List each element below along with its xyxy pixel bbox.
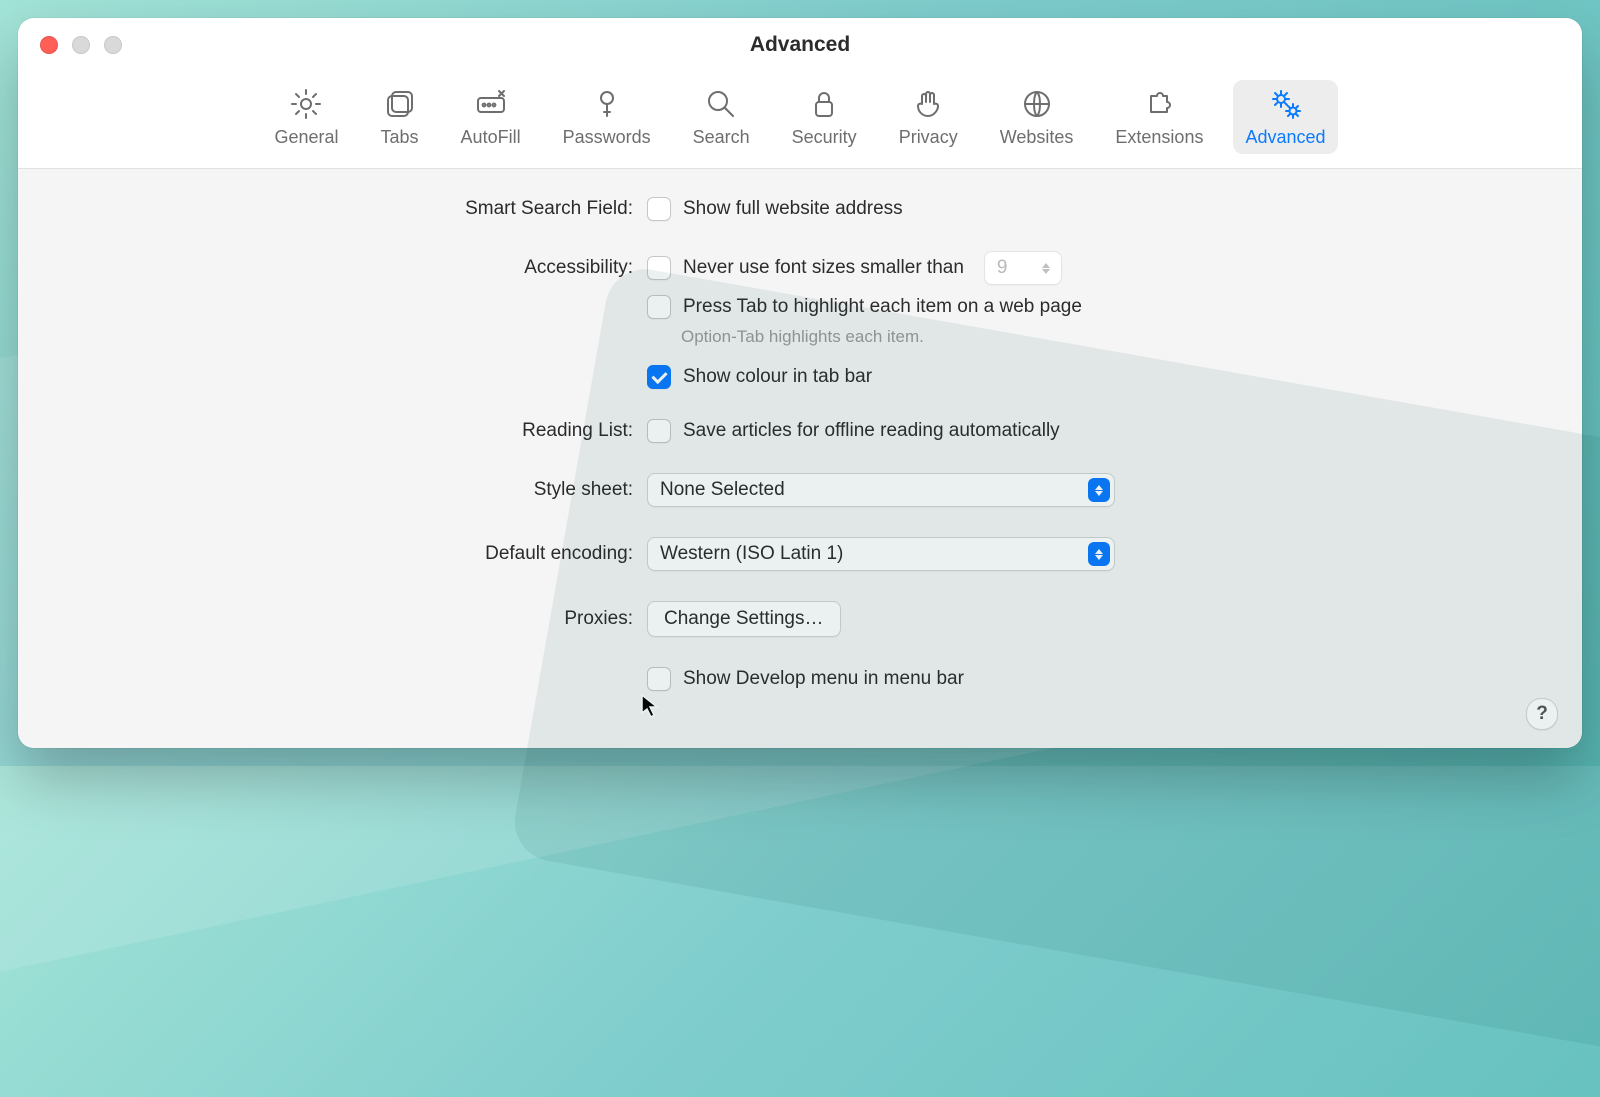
tab-label: Search	[693, 128, 750, 146]
tab-tabs[interactable]: Tabs	[369, 80, 431, 154]
zoom-window-button[interactable]	[104, 36, 122, 54]
search-icon	[703, 86, 739, 122]
titlebar: Advanced	[18, 18, 1582, 72]
traffic-lights	[40, 36, 122, 54]
smart-search-label: Smart Search Field:	[18, 198, 647, 220]
proxies-label: Proxies:	[18, 608, 647, 630]
tab-search[interactable]: Search	[681, 80, 762, 154]
font-size-value: 9	[997, 257, 1008, 279]
tab-label: AutoFill	[461, 128, 521, 146]
tab-label: Tabs	[381, 128, 419, 146]
tab-label: Extensions	[1115, 128, 1203, 146]
save-offline-checkbox[interactable]	[647, 419, 671, 443]
style-sheet-value: None Selected	[660, 479, 785, 501]
default-encoding-value: Western (ISO Latin 1)	[660, 543, 843, 565]
tab-label: Advanced	[1245, 128, 1325, 146]
tab-passwords[interactable]: Passwords	[551, 80, 663, 154]
save-offline-label: Save articles for offline reading automa…	[683, 420, 1060, 442]
tab-label: Websites	[1000, 128, 1074, 146]
show-colour-tabbar-checkbox[interactable]	[647, 365, 671, 389]
tab-label: Privacy	[899, 128, 958, 146]
autofill-icon	[473, 86, 509, 122]
change-settings-button[interactable]: Change Settings…	[647, 601, 841, 637]
select-arrows-icon	[1088, 478, 1110, 502]
default-encoding-select[interactable]: Western (ISO Latin 1)	[647, 537, 1115, 571]
key-icon	[589, 86, 625, 122]
content-area: Smart Search Field: Show full website ad…	[18, 169, 1582, 748]
show-develop-menu-checkbox[interactable]	[647, 667, 671, 691]
preferences-toolbar: General Tabs AutoFill Passwords Search	[18, 72, 1582, 169]
select-arrows-icon	[1088, 542, 1110, 566]
preferences-window: Advanced General Tabs AutoFill Passwords	[18, 18, 1582, 748]
gear-icon	[288, 86, 324, 122]
tab-label: General	[274, 128, 338, 146]
stepper-arrows-icon	[1035, 256, 1057, 280]
tab-websites[interactable]: Websites	[988, 80, 1086, 154]
globe-icon	[1019, 86, 1055, 122]
help-button[interactable]: ?	[1526, 698, 1558, 730]
puzzle-icon	[1141, 86, 1177, 122]
tab-autofill[interactable]: AutoFill	[449, 80, 533, 154]
tab-privacy[interactable]: Privacy	[887, 80, 970, 154]
default-encoding-label: Default encoding:	[18, 543, 647, 565]
show-full-address-label: Show full website address	[683, 198, 903, 220]
window-title: Advanced	[750, 33, 850, 57]
gears-icon	[1268, 86, 1304, 122]
show-full-address-checkbox[interactable]	[647, 197, 671, 221]
tab-label: Passwords	[563, 128, 651, 146]
style-sheet-label: Style sheet:	[18, 479, 647, 501]
style-sheet-select[interactable]: None Selected	[647, 473, 1115, 507]
tab-security[interactable]: Security	[780, 80, 869, 154]
tab-highlight-label: Press Tab to highlight each item on a we…	[683, 296, 1082, 318]
tab-highlight-checkbox[interactable]	[647, 295, 671, 319]
font-size-min-label: Never use font sizes smaller than	[683, 257, 964, 279]
option-tab-hint: Option-Tab highlights each item.	[681, 327, 924, 347]
tab-advanced[interactable]: Advanced	[1233, 80, 1337, 154]
show-develop-menu-label: Show Develop menu in menu bar	[683, 668, 964, 690]
tab-general[interactable]: General	[262, 80, 350, 154]
lock-icon	[806, 86, 842, 122]
accessibility-label: Accessibility:	[18, 257, 647, 279]
reading-list-label: Reading List:	[18, 420, 647, 442]
tab-extensions[interactable]: Extensions	[1103, 80, 1215, 154]
font-size-min-checkbox[interactable]	[647, 256, 671, 280]
minimize-window-button[interactable]	[72, 36, 90, 54]
hand-icon	[910, 86, 946, 122]
show-colour-tabbar-label: Show colour in tab bar	[683, 366, 872, 388]
tab-label: Security	[792, 128, 857, 146]
close-window-button[interactable]	[40, 36, 58, 54]
tabs-icon	[382, 86, 418, 122]
font-size-select[interactable]: 9	[984, 251, 1062, 285]
